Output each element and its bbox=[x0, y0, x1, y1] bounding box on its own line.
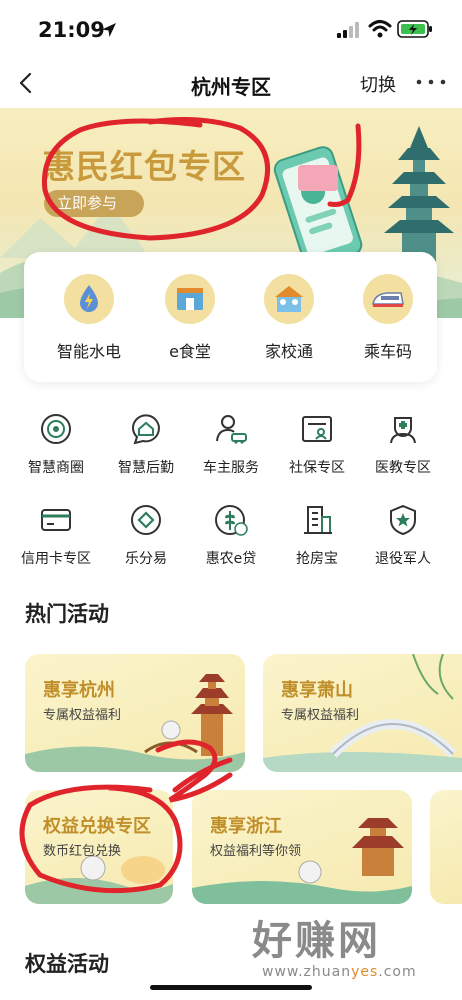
service-agri-loan[interactable]: 惠农e贷 bbox=[185, 503, 277, 568]
hot-activities-title: 热门活动 bbox=[25, 602, 109, 626]
activity-title: 权益兑换专区 bbox=[43, 816, 151, 837]
activity-card-next[interactable] bbox=[430, 790, 462, 904]
service-car-owner[interactable]: 车主服务 bbox=[185, 412, 277, 477]
service-label: 社保专区 bbox=[289, 460, 345, 476]
service-label: 抢房宝 bbox=[296, 551, 338, 567]
watermark: 好赚网 www.zhuanyes.com bbox=[252, 918, 452, 990]
quick-item-home-school[interactable]: 家校通 bbox=[249, 274, 329, 362]
service-label: 惠农e贷 bbox=[205, 551, 257, 567]
join-now-button[interactable]: 立即参与 bbox=[44, 190, 144, 217]
activity-card-rights-exchange[interactable]: 权益兑换专区 数币红包兑换 bbox=[25, 790, 173, 904]
activity-title: 惠享萧山 bbox=[281, 680, 353, 701]
status-bar: 21:09 bbox=[0, 0, 462, 58]
service-credit-card[interactable]: 信用卡专区 bbox=[10, 503, 102, 568]
activity-title: 惠享浙江 bbox=[210, 816, 282, 837]
activity-subtitle: 专属权益福利 bbox=[281, 708, 360, 723]
service-medical-education[interactable]: 医教专区 bbox=[357, 412, 449, 477]
quick-item-label: 智能水电 bbox=[56, 342, 121, 361]
star-shield-icon bbox=[390, 504, 416, 536]
service-label: 智慧后勤 bbox=[118, 460, 174, 476]
quick-item-label: 家校通 bbox=[264, 342, 313, 361]
water-electric-icon bbox=[80, 285, 98, 312]
wheat-icon bbox=[215, 505, 248, 536]
shop-circle-icon bbox=[41, 414, 71, 444]
watermark-url-suffix: .com bbox=[378, 964, 417, 980]
status-time: 21:09 bbox=[38, 18, 105, 42]
building-icon bbox=[304, 506, 332, 534]
activity-title: 惠享杭州 bbox=[43, 680, 115, 701]
service-label: 乐分易 bbox=[125, 551, 167, 567]
activity-card-xiaoshan[interactable]: 惠享萧山 专属权益福利 bbox=[263, 654, 462, 772]
service-label: 信用卡专区 bbox=[21, 551, 91, 567]
activity-subtitle: 权益福利等你领 bbox=[210, 844, 302, 859]
watermark-url: www.zhuanyes.com bbox=[262, 964, 452, 980]
service-label: 智慧商圈 bbox=[28, 460, 84, 476]
watermark-main: 好赚网 bbox=[252, 918, 381, 964]
nav-bar: 杭州专区 切换 bbox=[0, 58, 462, 108]
quick-item-ride-code[interactable]: 乘车码 bbox=[348, 274, 428, 362]
train-icon bbox=[372, 292, 404, 307]
service-lefenyi[interactable]: 乐分易 bbox=[100, 503, 192, 568]
activity-card-hangzhou[interactable]: 惠享杭州 专属权益福利 bbox=[25, 654, 245, 772]
service-veterans[interactable]: 退役军人 bbox=[357, 503, 449, 568]
switch-button[interactable]: 切换 bbox=[360, 71, 396, 97]
activity-card-zhejiang[interactable]: 惠享浙江 权益福利等你领 bbox=[192, 790, 412, 904]
hero-title: 惠民红包专区 bbox=[42, 147, 246, 186]
watermark-url-prefix: www.zhuan bbox=[262, 964, 352, 980]
quick-item-label: 乘车码 bbox=[363, 342, 412, 361]
activity-subtitle: 数币红包兑换 bbox=[43, 844, 122, 859]
watermark-url-highlight: yes bbox=[351, 964, 379, 980]
quick-item-e-canteen[interactable]: e食堂 bbox=[150, 274, 230, 362]
service-smart-business[interactable]: 智慧商圈 bbox=[10, 412, 102, 477]
wifi-icon bbox=[368, 20, 392, 38]
service-smart-logistics[interactable]: 智慧后勤 bbox=[100, 412, 192, 477]
home-indicator[interactable] bbox=[150, 985, 312, 990]
credit-card-icon bbox=[41, 509, 71, 531]
service-social-security[interactable]: 社保专区 bbox=[271, 412, 363, 477]
rights-activities-title: 权益活动 bbox=[25, 952, 109, 976]
house-bubble-icon bbox=[132, 414, 160, 445]
service-label: 车主服务 bbox=[203, 460, 259, 476]
school-icon bbox=[275, 286, 303, 312]
service-house-grab[interactable]: 抢房宝 bbox=[271, 503, 363, 568]
quick-services-card: 智能水电 e食堂 家校通 乘车码 bbox=[24, 252, 437, 382]
activity-subtitle: 专属权益福利 bbox=[43, 708, 122, 723]
quick-item-smart-utility[interactable]: 智能水电 bbox=[49, 274, 129, 362]
battery-icon bbox=[397, 20, 432, 38]
more-icon[interactable] bbox=[414, 70, 448, 94]
canteen-icon bbox=[177, 288, 203, 310]
car-owner-icon bbox=[216, 415, 247, 444]
signal-icon bbox=[337, 22, 359, 38]
social-security-icon bbox=[302, 416, 332, 442]
service-label: 医教专区 bbox=[375, 460, 431, 476]
location-arrow-icon bbox=[102, 23, 116, 37]
quick-item-label: e食堂 bbox=[169, 342, 211, 361]
diamond-circle-icon bbox=[131, 505, 161, 535]
service-label: 退役军人 bbox=[375, 551, 431, 567]
medical-icon bbox=[390, 417, 416, 444]
back-icon[interactable] bbox=[12, 66, 42, 100]
